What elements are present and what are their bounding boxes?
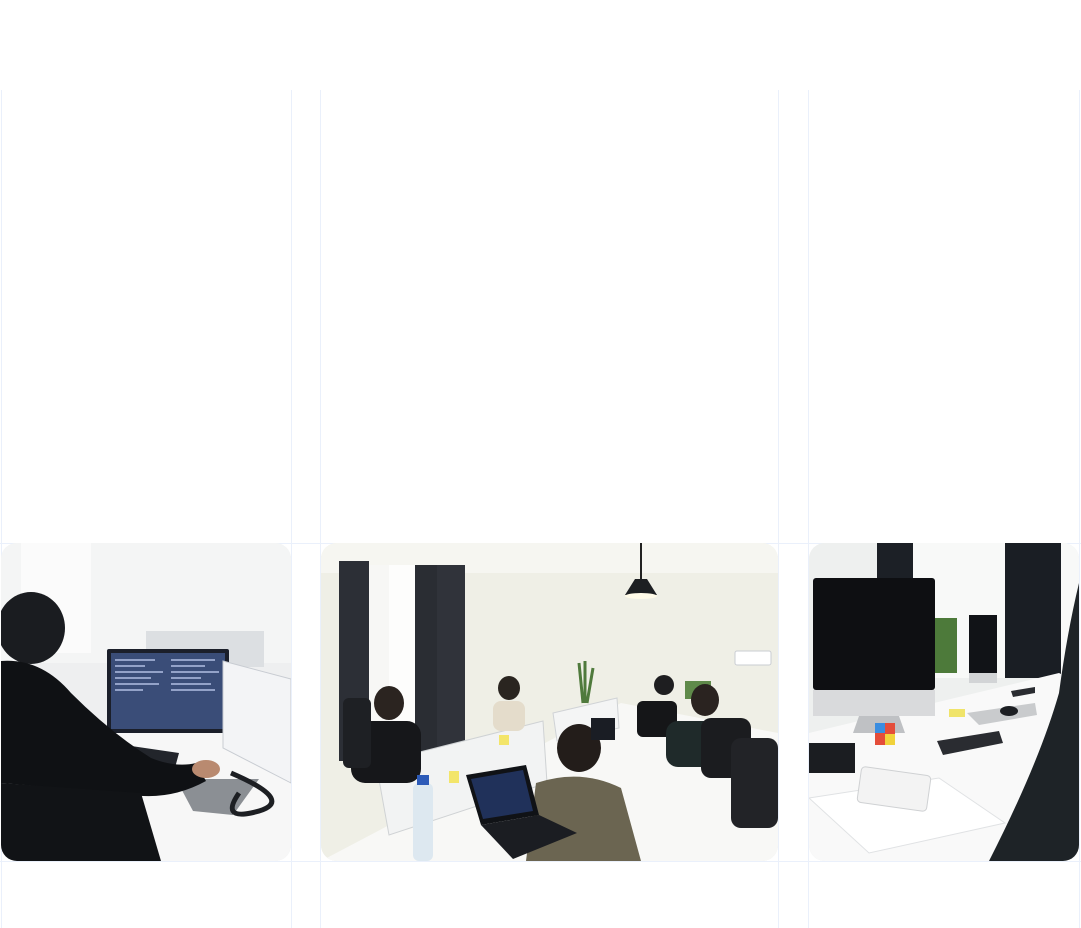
layout-guide	[291, 90, 292, 928]
layout-guide	[778, 90, 779, 928]
layout-guide	[0, 861, 1081, 862]
team-office-photo	[321, 543, 778, 861]
imac-desk-photo	[809, 543, 1079, 861]
layout-guide	[1079, 90, 1080, 928]
developer-desk-photo	[1, 543, 291, 861]
